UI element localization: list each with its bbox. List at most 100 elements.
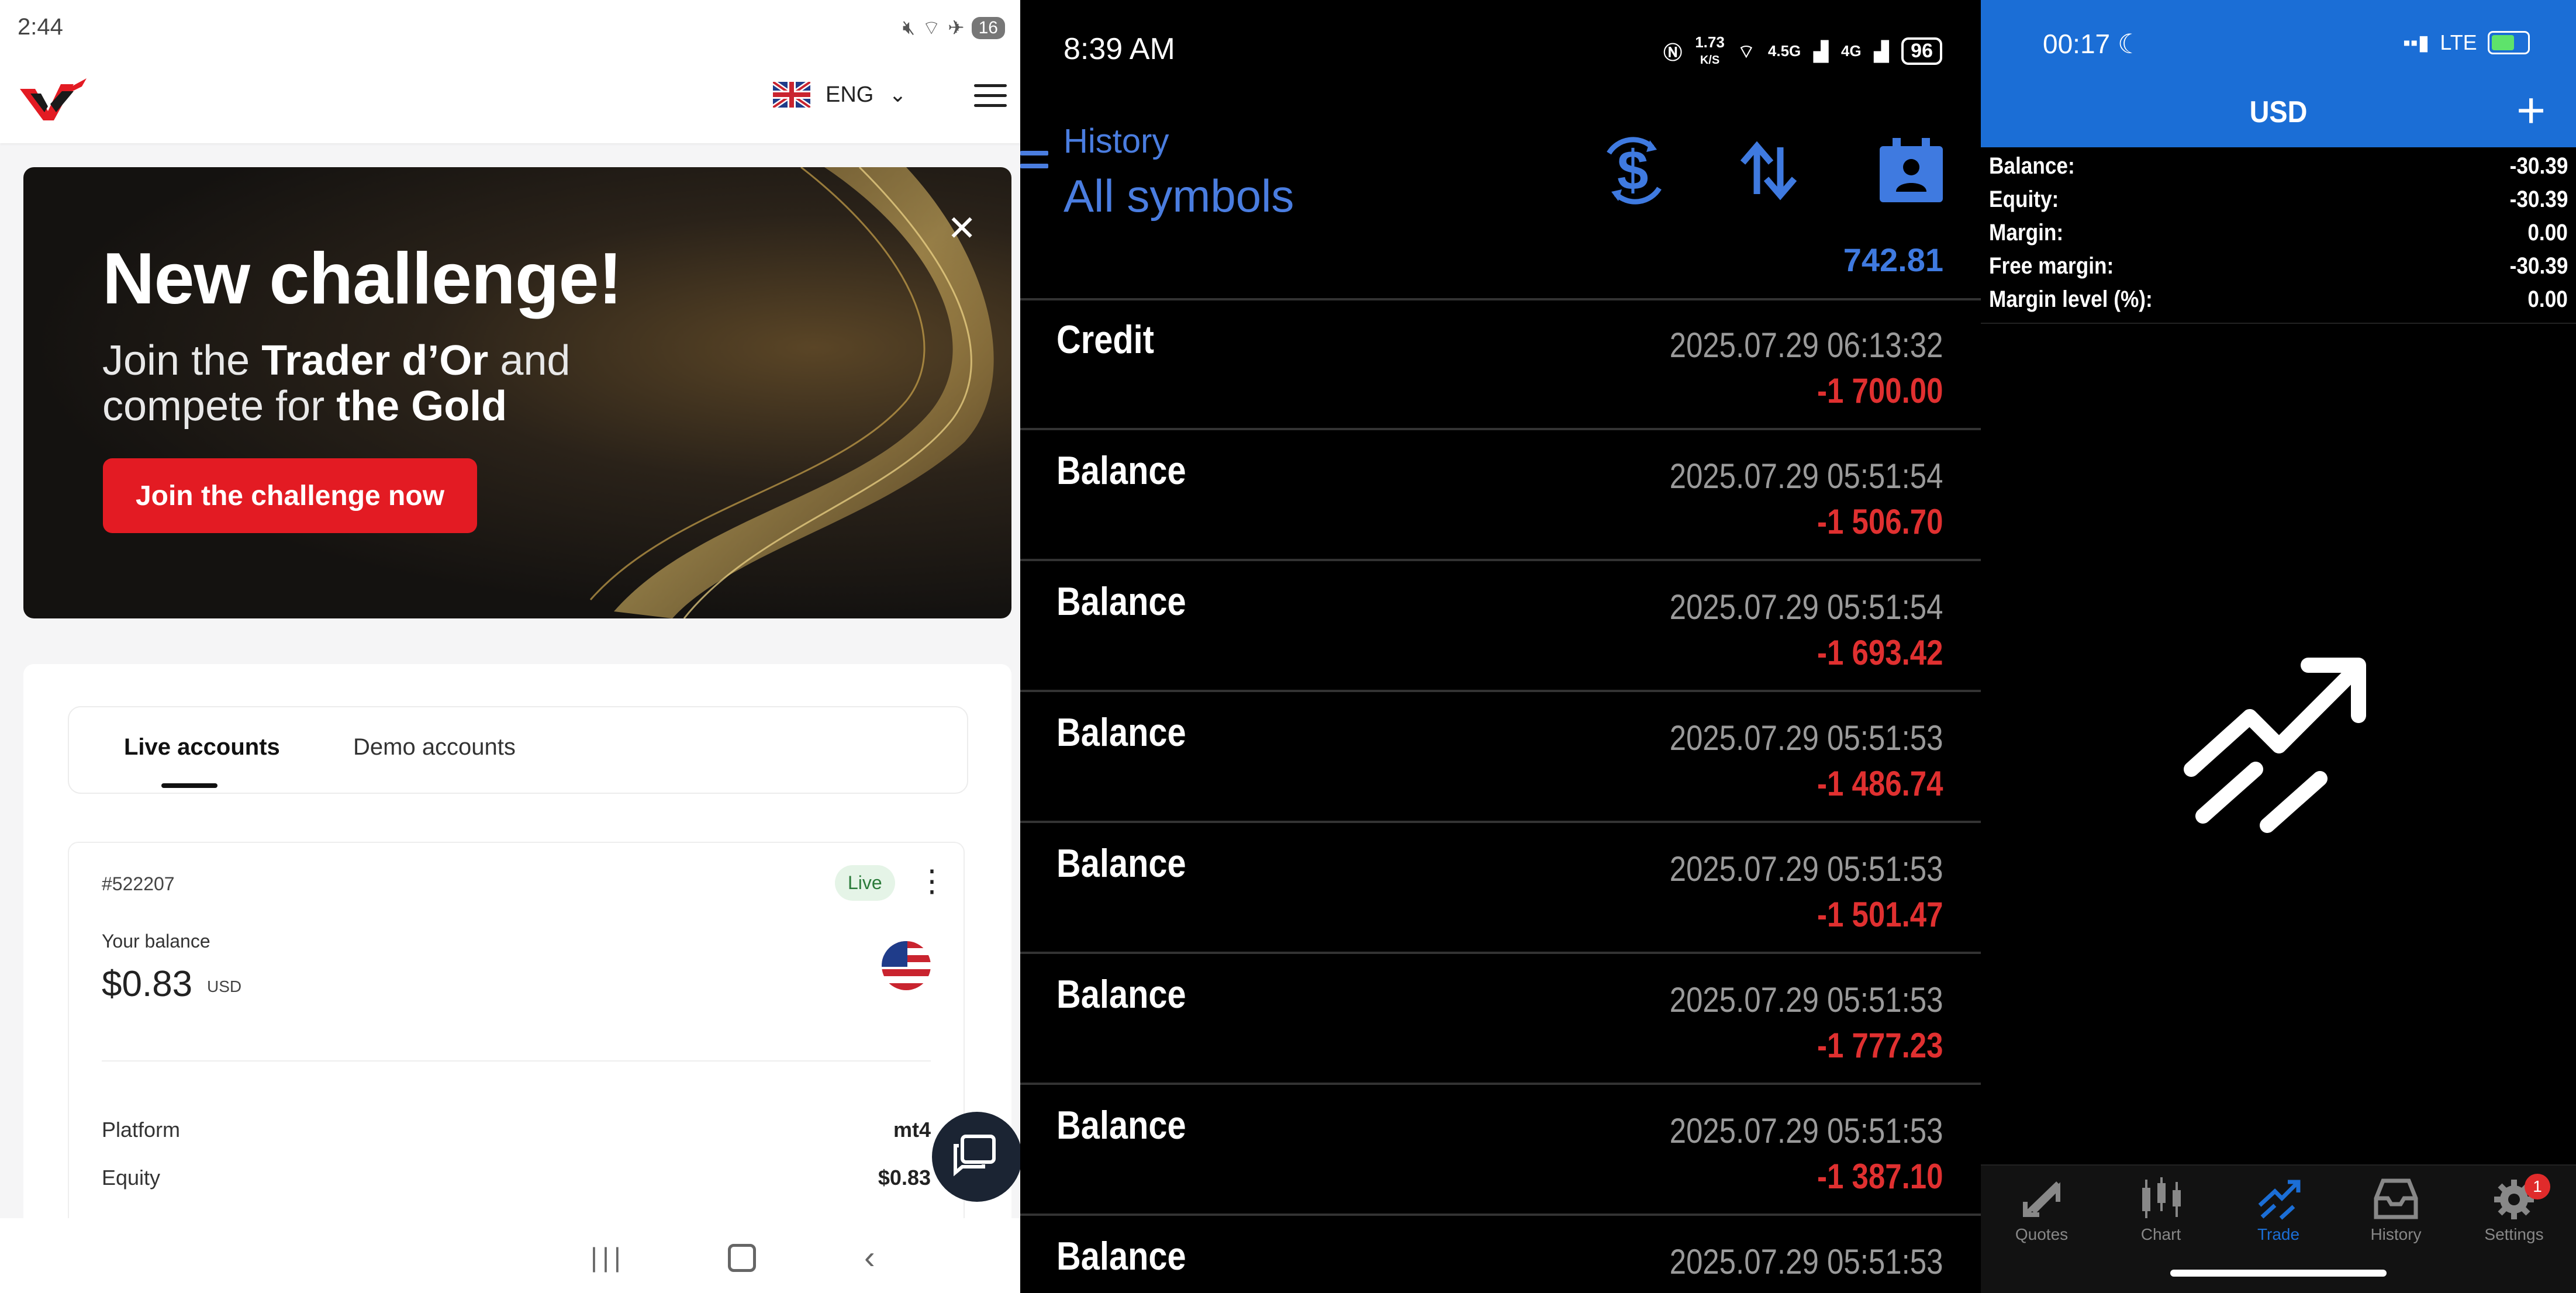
balance-currency: USD (207, 977, 242, 995)
summary-label: Equity: (1989, 186, 2059, 212)
deal-row[interactable]: Balance 2025.07.29 05:51:53 -1 777.23 (1020, 954, 1981, 1085)
signal-icon: ▪▪▮ (2403, 30, 2430, 54)
deal-row[interactable]: Credit 2025.07.29 06:13:32 -1 700.00 (1020, 299, 1981, 430)
history-panel: 8:39 AM Ⓝ 1.73 K/S ⌔ 4.5G ▟ 4G ▟ 96 Histo… (1020, 0, 1981, 1293)
add-order-icon[interactable]: + (2516, 82, 2546, 140)
page-title: USD (2249, 95, 2308, 129)
network-speed: 1.73 K/S (1695, 33, 1725, 67)
system-navbar: ||| ‹ (0, 1218, 1020, 1293)
notification-badge: 1 (2525, 1174, 2550, 1199)
summary-label: Free margin: (1989, 253, 2114, 279)
network-label: LTE (2440, 30, 2477, 54)
deal-row[interactable]: Balance 2025.07.29 05:51:53 -1 486.74 (1020, 692, 1981, 823)
hamburger-menu-icon[interactable] (974, 84, 1007, 110)
home-icon[interactable] (728, 1244, 756, 1272)
deal-amount: -1 693.42 (1817, 633, 1943, 672)
wifi-icon: ⌔ (1737, 40, 1755, 62)
deal-row[interactable]: Balance 2025.07.29 05:51:54 -1 693.42 (1020, 561, 1981, 692)
summary-value: 0.00 (2527, 286, 2568, 312)
tab-settings[interactable]: Settings 1 (2461, 1174, 2567, 1244)
summary-label: Margin level (%): (1989, 286, 2153, 312)
trend-placeholder-icon (2184, 658, 2366, 833)
deal-time: 2025.07.29 05:51:53 (1670, 980, 1943, 1019)
recent-apps-icon[interactable]: ||| (591, 1242, 626, 1273)
deal-time: 2025.07.29 05:51:54 (1670, 457, 1943, 496)
tab-chart[interactable]: Chart (2108, 1176, 2214, 1244)
deal-amount: -1 506.70 (1817, 502, 1943, 541)
deal-type: Balance (1056, 579, 1186, 624)
deal-row[interactable]: Balance 2025.07.29 05:51:54 -1 506.70 (1020, 430, 1981, 561)
back-icon[interactable]: ‹ (864, 1238, 875, 1276)
calendar-icon[interactable] (1876, 136, 1946, 206)
gear-icon (2494, 1180, 2534, 1219)
tab-history[interactable]: History (2343, 1176, 2449, 1244)
join-challenge-button[interactable]: Join the challenge now (103, 458, 477, 533)
svg-text:$: $ (1617, 139, 1648, 202)
deal-time: 2025.07.29 05:51:53 (1670, 1111, 1943, 1150)
deal-amount: -1 501.47 (1817, 895, 1943, 934)
home-indicator (2170, 1270, 2387, 1277)
deal-type: Balance (1056, 841, 1186, 886)
deal-row[interactable]: Balance 2025.07.29 05:51:53 (1020, 1216, 1981, 1293)
status-time: 2:44 (18, 14, 63, 40)
deal-row[interactable]: Balance 2025.07.29 05:51:53 -1 501.47 (1020, 823, 1981, 954)
status-icons: ▪▪▮ LTE (2403, 30, 2530, 55)
promo-banner[interactable]: New challenge! Join the Trader d’Or and … (23, 167, 1011, 618)
status-time: 8:39 AM (1063, 32, 1175, 66)
banner-subtitle: Join the Trader d’Or and compete for the… (102, 337, 571, 430)
brand-logo[interactable] (18, 76, 88, 123)
deal-amount: -1 777.23 (1817, 1026, 1943, 1065)
summary-value: -30.39 (2509, 153, 2568, 179)
symbol-filter[interactable]: All symbols (1063, 170, 1294, 223)
deal-row[interactable]: Balance 2025.07.29 05:51:53 -1 387.10 (1020, 1085, 1981, 1216)
deal-amount: -1 387.10 (1817, 1157, 1943, 1196)
moon-icon: ☾ (2117, 29, 2142, 59)
deal-type: Balance (1056, 710, 1186, 755)
status-badge: Live (835, 865, 895, 901)
balance-label: Your balance (102, 931, 210, 952)
deal-type: Credit (1056, 317, 1154, 362)
sort-icon[interactable] (1734, 136, 1804, 206)
status-bar: 2:44 🔇︎ ⌔ ✈︎ 16 (0, 0, 1020, 58)
more-options-icon[interactable]: ⋮ (917, 864, 947, 899)
battery-icon: 96 (1901, 37, 1942, 65)
trend-icon (2258, 1180, 2301, 1220)
summary-label: Margin: (1989, 220, 2064, 246)
chevron-down-icon: ⌄ (889, 82, 907, 106)
tab-demo-accounts[interactable]: Demo accounts (353, 734, 516, 760)
deal-amount: -1 700.00 (1817, 371, 1943, 410)
signal-label-1: 4.5G (1767, 42, 1801, 60)
language-selector[interactable]: ENG ⌄ (773, 82, 907, 108)
inbox-icon (2374, 1178, 2418, 1219)
account-tabs: Live accounts Demo accounts (68, 706, 968, 794)
airplane-icon: ✈︎ (948, 16, 965, 39)
signal-icon: ▟ (1874, 40, 1889, 62)
status-icons: 🔇︎ ⌔ ✈︎ 16 (903, 15, 1005, 40)
tab-quotes[interactable]: Quotes (1989, 1176, 2094, 1244)
deal-time: 2025.07.29 05:51:53 (1670, 1242, 1943, 1281)
signal-label-2: 4G (1841, 42, 1862, 60)
signal-icon: ▟ (1814, 40, 1828, 62)
us-flag-icon (882, 941, 931, 990)
deal-type: Balance (1056, 448, 1186, 493)
active-tab-indicator (161, 783, 217, 788)
tab-trade[interactable]: Trade (2226, 1176, 2331, 1244)
wifi-icon: ⌔ (922, 17, 941, 39)
battery-icon (2487, 31, 2530, 54)
trade-header: 00:17 ☾ ▪▪▮ LTE USD + (1981, 0, 2576, 147)
broker-app-panel: 2:44 🔇︎ ⌔ ✈︎ 16 ENG ⌄ New challenge! Joi… (0, 0, 1020, 1293)
deal-amount: -1 486.74 (1817, 764, 1943, 803)
candles-icon (2142, 1177, 2181, 1218)
quotes-icon (2023, 1181, 2060, 1217)
close-icon[interactable]: ✕ (947, 208, 976, 249)
chat-button[interactable] (932, 1112, 1020, 1202)
divider (1981, 323, 2576, 324)
uk-flag-icon (773, 82, 810, 108)
currency-exchange-icon[interactable]: $ (1596, 136, 1672, 206)
tab-live-accounts[interactable]: Live accounts (124, 734, 280, 760)
nfc-icon: Ⓝ (1663, 42, 1683, 63)
platform-label: Platform (102, 1118, 181, 1142)
trade-panel: 00:17 ☾ ▪▪▮ LTE USD + Balance: -30.39 Equi… (1981, 0, 2576, 1293)
side-menu-icon[interactable] (1020, 151, 1048, 192)
deal-time: 2025.07.29 05:51:54 (1670, 587, 1943, 627)
